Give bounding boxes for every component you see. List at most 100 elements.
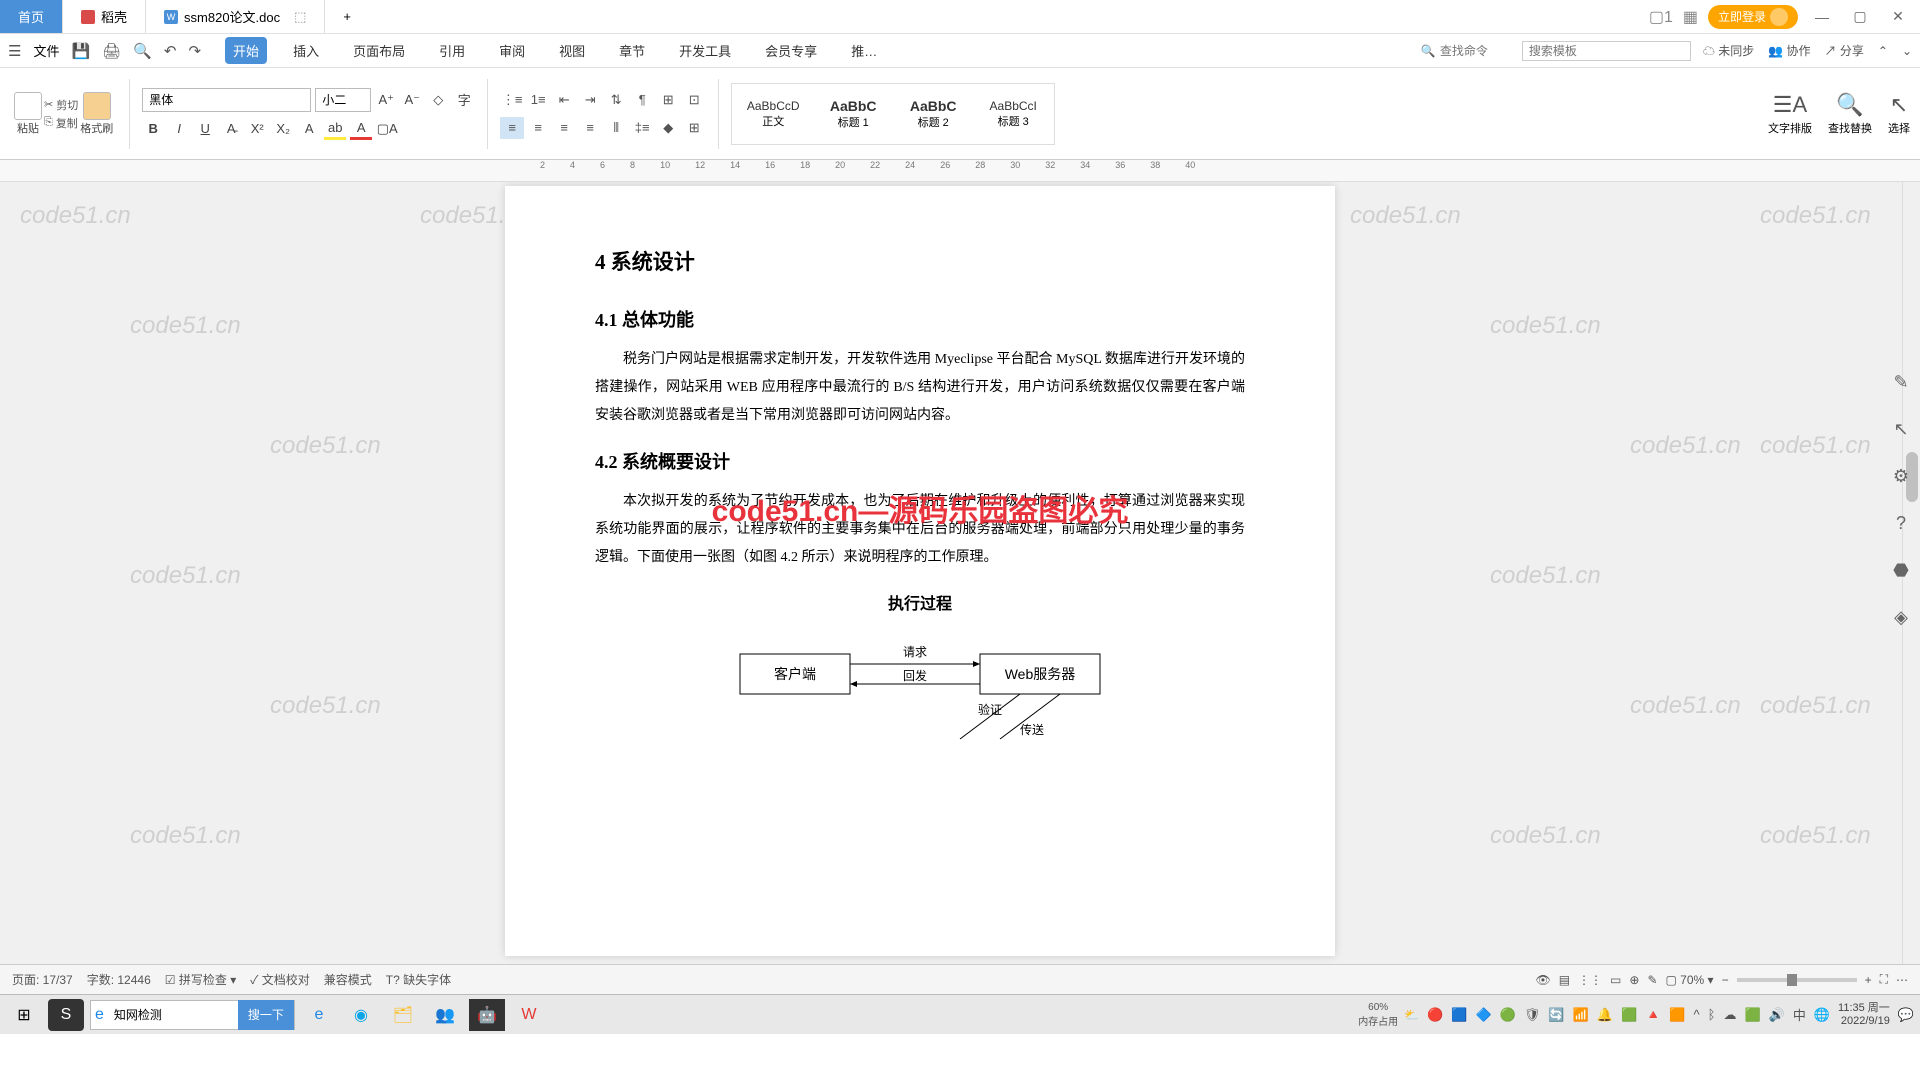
more-icon[interactable]: ⋯ bbox=[1896, 973, 1908, 987]
wifi-icon[interactable]: 📶 bbox=[1573, 1007, 1589, 1023]
font-family-select[interactable] bbox=[142, 88, 311, 112]
app-icon-1[interactable]: 👥 bbox=[427, 999, 463, 1031]
tab-chapter[interactable]: 章节 bbox=[611, 37, 653, 64]
tab-view[interactable]: 视图 bbox=[551, 37, 593, 64]
edge-app-icon[interactable]: ◉ bbox=[343, 999, 379, 1031]
maximize-button[interactable]: ▢ bbox=[1846, 8, 1874, 25]
show-marks-icon[interactable]: ⊡ bbox=[682, 89, 706, 111]
horizontal-ruler[interactable]: 246 81012 141618 202224 262830 323436 38… bbox=[0, 160, 1920, 182]
print-icon[interactable]: 🖨 bbox=[102, 42, 121, 60]
missing-font-button[interactable]: T? 缺失字体 bbox=[386, 971, 451, 988]
align-center-icon[interactable]: ≡ bbox=[526, 117, 550, 139]
text-effect-button[interactable]: A bbox=[298, 118, 320, 140]
notifications-icon[interactable]: 💬 bbox=[1898, 1007, 1914, 1023]
tray-icon[interactable]: 🔺 bbox=[1645, 1007, 1661, 1023]
tab-new-button[interactable]: + bbox=[325, 0, 369, 33]
decrease-indent-icon[interactable]: ⇤ bbox=[552, 89, 576, 111]
tab-close-icon[interactable]: ⬚ bbox=[294, 9, 306, 25]
menu-icon[interactable]: ☰ bbox=[8, 42, 21, 60]
tray-icon[interactable]: 🔷 bbox=[1476, 1007, 1492, 1023]
file-menu[interactable]: 文件 bbox=[33, 41, 59, 60]
document-page[interactable]: 4 系统设计 4.1 总体功能 税务门户网站是根据需求定制开发，开发软件选用 M… bbox=[505, 186, 1335, 956]
style-heading2[interactable]: AaBbC 标题 2 bbox=[894, 86, 972, 142]
print-view-icon[interactable]: ⊕ bbox=[1629, 973, 1639, 987]
tab-home[interactable]: 首页 bbox=[0, 0, 63, 33]
tab-document[interactable]: W ssm820论文.doc ⬚ bbox=[146, 0, 325, 33]
spell-check-button[interactable]: ☑ 拼写检查 ▾ bbox=[165, 971, 236, 988]
number-list-icon[interactable]: 1≡ bbox=[526, 89, 550, 111]
refresh-icon[interactable]: 🔄 bbox=[1548, 1007, 1564, 1023]
increase-indent-icon[interactable]: ⇥ bbox=[578, 89, 602, 111]
pencil-icon[interactable]: ✎ bbox=[1893, 372, 1908, 393]
char-border-button[interactable]: ▢A bbox=[376, 118, 398, 140]
strikethrough-button[interactable]: A̵ bbox=[220, 118, 242, 140]
share-button[interactable]: ↗ 分享 bbox=[1825, 42, 1864, 59]
read-view-icon[interactable]: ▤ bbox=[1559, 973, 1570, 987]
font-size-select[interactable] bbox=[315, 88, 371, 112]
highlight-button[interactable]: ab bbox=[324, 118, 346, 140]
phonetic-icon[interactable]: 字 bbox=[453, 89, 475, 111]
zoom-thumb[interactable] bbox=[1787, 974, 1797, 986]
ime-icon[interactable]: 中 bbox=[1793, 1005, 1806, 1024]
taskbar-clock[interactable]: 11:35 周一 2022/9/19 bbox=[1838, 1002, 1890, 1026]
font-color-button[interactable]: A bbox=[350, 118, 372, 140]
italic-button[interactable]: I bbox=[168, 118, 190, 140]
taskbar-search[interactable]: e 搜一下 bbox=[90, 1000, 295, 1030]
settings-icon[interactable]: ⚙ bbox=[1893, 466, 1909, 487]
format-painter-button[interactable]: 格式刷 bbox=[80, 92, 113, 136]
web-view-icon[interactable]: ▭ bbox=[1610, 973, 1621, 987]
undo-icon[interactable]: ↶ bbox=[164, 42, 177, 60]
network-icon[interactable]: 🌐 bbox=[1814, 1007, 1830, 1023]
shield-icon[interactable]: 🛡 bbox=[1524, 1007, 1541, 1023]
coop-button[interactable]: 👥 协作 bbox=[1768, 42, 1810, 59]
superscript-button[interactable]: X² bbox=[246, 118, 268, 140]
outline-view-icon[interactable]: ⋮⋮ bbox=[1578, 973, 1602, 987]
sound-icon[interactable]: 🔊 bbox=[1769, 1007, 1785, 1023]
preview-icon[interactable]: 🔍 bbox=[133, 42, 152, 60]
weather-icon[interactable]: ⛅ bbox=[1404, 1008, 1419, 1022]
bullet-list-icon[interactable]: ⋮≡ bbox=[500, 89, 524, 111]
tab-daoke[interactable]: 稻壳 bbox=[63, 0, 146, 33]
text-layout-button[interactable]: ☰A 文字排版 bbox=[1768, 92, 1812, 136]
pencil-view-icon[interactable]: ✎ bbox=[1647, 973, 1657, 987]
style-heading3[interactable]: AaBbCcI 标题 3 bbox=[974, 86, 1052, 142]
doc-check-button[interactable]: ✓ 文档校对 bbox=[250, 971, 310, 988]
fullscreen-icon[interactable]: ⛶ bbox=[1880, 972, 1888, 987]
subscript-button[interactable]: X₂ bbox=[272, 118, 294, 140]
chevron-up-icon[interactable]: ⌃ bbox=[1878, 44, 1888, 58]
tray-icon[interactable]: 🟧 bbox=[1669, 1007, 1685, 1023]
paste-button[interactable]: 粘贴 bbox=[14, 92, 42, 136]
tray-icon[interactable]: 🟦 bbox=[1451, 1007, 1467, 1023]
sort-icon[interactable]: ⇅ bbox=[604, 89, 628, 111]
align-right-icon[interactable]: ≡ bbox=[552, 117, 576, 139]
minimize-button[interactable]: — bbox=[1808, 9, 1836, 25]
tab-start[interactable]: 开始 bbox=[225, 37, 267, 64]
grid-icon[interactable]: ▦ bbox=[1683, 7, 1698, 27]
clear-format-icon[interactable]: ◇ bbox=[427, 89, 449, 111]
tab-stop-icon[interactable]: ¶ bbox=[630, 89, 654, 111]
close-button[interactable]: ✕ bbox=[1884, 8, 1912, 25]
copy-button[interactable]: ⎘ 复制 bbox=[44, 115, 78, 131]
zoom-menu-button[interactable]: ▢ 70% ▾ bbox=[1666, 973, 1714, 987]
start-button[interactable]: ⊞ bbox=[6, 999, 42, 1031]
app-s-icon[interactable]: S bbox=[48, 999, 84, 1031]
eye-icon[interactable]: 👁 bbox=[1535, 973, 1550, 987]
app-icon-2[interactable]: 🤖 bbox=[469, 999, 505, 1031]
decrease-font-icon[interactable]: A⁻ bbox=[401, 89, 423, 111]
command-search[interactable]: 🔍 bbox=[1421, 44, 1510, 58]
bell-icon[interactable]: 🔔 bbox=[1597, 1007, 1613, 1023]
taskbar-search-input[interactable] bbox=[108, 1002, 238, 1028]
template-search-input[interactable] bbox=[1522, 41, 1691, 61]
word-count[interactable]: 字数: 12446 bbox=[87, 971, 151, 988]
style-body[interactable]: AaBbCcD 正文 bbox=[734, 86, 812, 142]
wps-app-icon[interactable]: W bbox=[511, 999, 547, 1031]
redo-icon[interactable]: ↷ bbox=[188, 42, 201, 60]
tab-dev-tools[interactable]: 开发工具 bbox=[671, 37, 739, 64]
align-justify-icon[interactable]: ≡ bbox=[578, 117, 602, 139]
chevron-down-icon[interactable]: ⌄ bbox=[1902, 44, 1912, 58]
align-left-icon[interactable]: ≡ bbox=[500, 117, 524, 139]
tab-insert[interactable]: 插入 bbox=[285, 37, 327, 64]
page-indicator[interactable]: 页面: 17/37 bbox=[12, 971, 73, 988]
bluetooth-icon[interactable]: ᛒ bbox=[1708, 1007, 1716, 1022]
onedrive-icon[interactable]: ☁ bbox=[1723, 1007, 1736, 1023]
